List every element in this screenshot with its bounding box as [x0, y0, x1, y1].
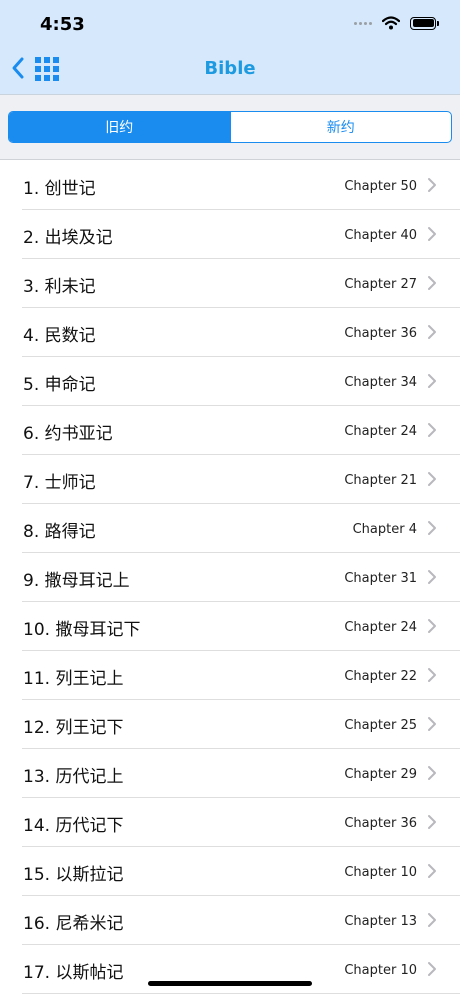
chapter-count: Chapter 21 [344, 473, 417, 488]
book-row[interactable]: 16. 尼希米记 Chapter 13 [0, 896, 460, 945]
chapter-count: Chapter 4 [352, 522, 417, 537]
book-title: 5. 申命记 [23, 375, 96, 395]
book-row[interactable]: 15. 以斯拉记 Chapter 10 [0, 847, 460, 896]
chevron-right-icon [428, 276, 436, 290]
chevron-left-icon [12, 57, 24, 79]
book-row[interactable]: 11. 列王记上 Chapter 22 [0, 651, 460, 700]
chapter-count: Chapter 24 [344, 424, 417, 439]
chevron-right-icon [428, 619, 436, 633]
chevron-right-icon [428, 815, 436, 829]
book-title: 9. 撒母耳记上 [23, 571, 130, 591]
wifi-icon [382, 16, 400, 30]
navigation-header: 4:53 Bible [0, 0, 460, 94]
chevron-right-icon [428, 472, 436, 486]
book-title: 7. 士师记 [23, 473, 96, 493]
chapter-count: Chapter 29 [344, 767, 417, 782]
chevron-right-icon [428, 570, 436, 584]
book-title: 4. 民数记 [23, 326, 96, 346]
book-row[interactable]: 12. 列王记下 Chapter 25 [0, 700, 460, 749]
chevron-right-icon [428, 423, 436, 437]
chapter-count: Chapter 50 [344, 179, 417, 194]
segment-bar: 旧约 新约 [0, 94, 460, 160]
book-row[interactable]: 9. 撒母耳记上 Chapter 31 [0, 553, 460, 602]
chapter-count: Chapter 25 [344, 718, 417, 733]
book-title: 3. 利未记 [23, 277, 96, 297]
chapter-count: Chapter 31 [344, 571, 417, 586]
book-row[interactable]: 13. 历代记上 Chapter 29 [0, 749, 460, 798]
book-title: 10. 撒母耳记下 [23, 620, 141, 640]
chevron-right-icon [428, 864, 436, 878]
status-time: 4:53 [40, 14, 85, 35]
chapter-count: Chapter 13 [344, 914, 417, 929]
signal-icon [354, 21, 372, 25]
chapter-count: Chapter 36 [344, 816, 417, 831]
book-row[interactable]: 3. 利未记 Chapter 27 [0, 259, 460, 308]
page-title: Bible [204, 58, 256, 79]
book-title: 15. 以斯拉记 [23, 865, 124, 885]
book-title: 12. 列王记下 [23, 718, 124, 738]
book-title: 16. 尼希米记 [23, 914, 124, 934]
book-title: 2. 出埃及记 [23, 228, 113, 248]
chevron-right-icon [428, 374, 436, 388]
chapter-count: Chapter 34 [344, 375, 417, 390]
book-row[interactable]: 10. 撒母耳记下 Chapter 24 [0, 602, 460, 651]
chevron-right-icon [428, 717, 436, 731]
chapter-count: Chapter 40 [344, 228, 417, 243]
book-title: 8. 路得记 [23, 522, 96, 542]
grid-menu-button[interactable] [34, 56, 60, 82]
chevron-right-icon [428, 962, 436, 976]
book-row[interactable]: 17. 以斯帖记 Chapter 10 [0, 945, 460, 994]
book-title: 6. 约书亚记 [23, 424, 113, 444]
book-row[interactable]: 4. 民数记 Chapter 36 [0, 308, 460, 357]
book-list: 1. 创世记 Chapter 50 2. 出埃及记 Chapter 40 3. 利未记 C… [0, 161, 460, 994]
segment-new-testament[interactable]: 新约 [229, 112, 452, 142]
chevron-right-icon [428, 227, 436, 241]
book-row[interactable]: 8. 路得记 Chapter 4 [0, 504, 460, 553]
chapter-count: Chapter 10 [344, 865, 417, 880]
book-row[interactable]: 6. 约书亚记 Chapter 24 [0, 406, 460, 455]
chevron-right-icon [428, 766, 436, 780]
chapter-count: Chapter 24 [344, 620, 417, 635]
book-row[interactable]: 5. 申命记 Chapter 34 [0, 357, 460, 406]
chapter-count: Chapter 22 [344, 669, 417, 684]
chapter-count: Chapter 36 [344, 326, 417, 341]
chapter-count: Chapter 27 [344, 277, 417, 292]
book-row[interactable]: 7. 士师记 Chapter 21 [0, 455, 460, 504]
back-button[interactable] [6, 54, 30, 82]
home-indicator [148, 981, 312, 986]
status-icons [354, 16, 439, 30]
book-row[interactable]: 1. 创世记 Chapter 50 [0, 161, 460, 210]
book-row[interactable]: 14. 历代记下 Chapter 36 [0, 798, 460, 847]
battery-icon [410, 16, 439, 30]
testament-segmented-control: 旧约 新约 [8, 111, 452, 143]
chevron-right-icon [428, 178, 436, 192]
book-title: 17. 以斯帖记 [23, 963, 124, 983]
chevron-right-icon [428, 913, 436, 927]
grid-icon [35, 57, 59, 81]
segment-old-testament[interactable]: 旧约 [9, 112, 230, 142]
book-title: 1. 创世记 [23, 179, 96, 199]
book-title: 13. 历代记上 [23, 767, 124, 787]
chevron-right-icon [428, 521, 436, 535]
book-row[interactable]: 2. 出埃及记 Chapter 40 [0, 210, 460, 259]
chevron-right-icon [428, 325, 436, 339]
book-title: 11. 列王记上 [23, 669, 124, 689]
book-title: 14. 历代记下 [23, 816, 124, 836]
chapter-count: Chapter 10 [344, 963, 417, 978]
chevron-right-icon [428, 668, 436, 682]
